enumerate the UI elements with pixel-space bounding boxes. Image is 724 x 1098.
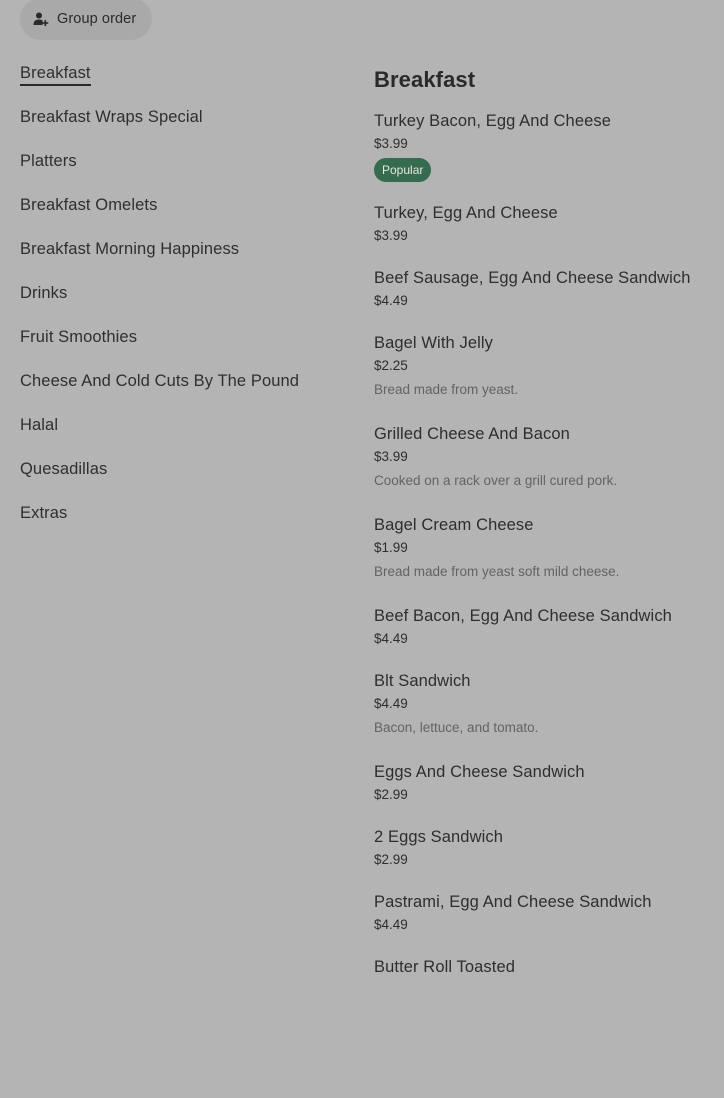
sidebar-item-label: Breakfast Omelets [20, 196, 158, 214]
menu-item-name: Beef Sausage, Egg And Cheese Sandwich [374, 269, 691, 287]
menu-item-price: $4.49 [374, 293, 408, 308]
menu-item[interactable]: Beef Bacon, Egg And Cheese Sandwich $4.49 [374, 605, 714, 648]
category-sidebar: Breakfast Breakfast Wraps Special Platters… [20, 62, 340, 546]
sidebar-item-label: Breakfast Morning Happiness [20, 240, 240, 258]
menu-item-name: 2 Eggs Sandwich [374, 828, 503, 846]
sidebar-item-label: Extras [20, 504, 68, 522]
section-title: Breakfast [374, 67, 476, 92]
group-order-button[interactable]: Group order [20, 0, 153, 40]
sidebar-item-label: Breakfast Wraps Special [20, 108, 203, 126]
menu-item[interactable]: Bagel Cream Cheese $1.99 Bread made from y… [374, 514, 714, 581]
sidebar-item-halal[interactable]: Halal [20, 414, 340, 458]
menu-item-name: Grilled Cheese And Bacon [374, 425, 570, 443]
menu-item[interactable]: Butter Roll Toasted [374, 956, 714, 978]
sidebar-item-label: Quesadillas [20, 460, 108, 478]
menu-item[interactable]: Eggs And Cheese Sandwich $2.99 [374, 761, 714, 804]
sidebar-item-drinks[interactable]: Drinks [20, 282, 340, 326]
sidebar-item-breakfast-morning-happiness[interactable]: Breakfast Morning Happiness [20, 238, 340, 282]
menu-item[interactable]: Bagel With Jelly $2.25 Bread made from yea… [374, 332, 714, 399]
popular-badge: Popular [374, 158, 432, 182]
menu-item-description: Cooked on a rack over a grill cured pork… [374, 473, 618, 488]
menu-item[interactable]: Blt Sandwich $4.49 Bacon, lettuce, and tom… [374, 670, 714, 737]
sidebar-item-cheese-and-cold-cuts-by-the-pound[interactable]: Cheese And Cold Cuts By The Pound [20, 370, 340, 414]
menu-item-name: Beef Bacon, Egg And Cheese Sandwich [374, 607, 672, 625]
menu-item-name: Turkey Bacon, Egg And Cheese [374, 112, 611, 130]
sidebar-item-label: Fruit Smoothies [20, 328, 138, 346]
menu-item-price: $3.99 [374, 136, 408, 151]
menu-item[interactable]: 2 Eggs Sandwich $2.99 [374, 826, 714, 869]
menu-item-name: Bagel With Jelly [374, 334, 493, 352]
menu-item-description: Bacon, lettuce, and tomato. [374, 720, 539, 735]
menu-item[interactable]: Grilled Cheese And Bacon $3.99 Cooked on a… [374, 423, 714, 490]
menu-item-name: Turkey, Egg And Cheese [374, 204, 558, 222]
sidebar-item-breakfast-wraps-special[interactable]: Breakfast Wraps Special [20, 106, 340, 150]
menu-item-list: Turkey Bacon, Egg And Cheese $3.99 Popular… [374, 110, 714, 978]
menu-item-price: $2.99 [374, 787, 408, 802]
menu-item[interactable]: Turkey, Egg And Cheese $3.99 [374, 202, 714, 245]
menu-item-description: Bread made from yeast. [374, 382, 519, 397]
sidebar-item-extras[interactable]: Extras [20, 502, 340, 546]
menu-item-price: $4.49 [374, 696, 408, 711]
sidebar-item-quesadillas[interactable]: Quesadillas [20, 458, 340, 502]
menu-item-name: Pastrami, Egg And Cheese Sandwich [374, 893, 652, 911]
menu-item-name: Bagel Cream Cheese [374, 516, 534, 534]
menu-item-price: $3.99 [374, 449, 408, 464]
menu-item-price: $1.99 [374, 540, 408, 555]
sidebar-item-fruit-smoothies[interactable]: Fruit Smoothies [20, 326, 340, 370]
menu-item-price: $4.49 [374, 917, 408, 932]
sidebar-item-breakfast[interactable]: Breakfast [20, 62, 340, 106]
group-order-label: Group order [57, 11, 137, 27]
sidebar-item-breakfast-omelets[interactable]: Breakfast Omelets [20, 194, 340, 238]
menu-item-price: $2.99 [374, 852, 408, 867]
person-add-icon [32, 10, 50, 28]
menu-item-price: $4.49 [374, 631, 408, 646]
menu-section: Breakfast Turkey Bacon, Egg And Cheese $3… [374, 64, 714, 981]
sidebar-item-label: Halal [20, 416, 59, 434]
sidebar-item-platters[interactable]: Platters [20, 150, 340, 194]
menu-item-name: Butter Roll Toasted [374, 958, 516, 976]
menu-item[interactable]: Turkey Bacon, Egg And Cheese $3.99 Popular [374, 110, 714, 182]
menu-item-price: $2.25 [374, 358, 408, 373]
sidebar-item-label: Cheese And Cold Cuts By The Pound [20, 372, 300, 390]
menu-item-name: Eggs And Cheese Sandwich [374, 763, 585, 781]
menu-item-description: Bread made from yeast soft mild cheese. [374, 564, 620, 579]
menu-item[interactable]: Beef Sausage, Egg And Cheese Sandwich $4.… [374, 267, 714, 310]
sidebar-item-label: Breakfast [20, 62, 91, 86]
menu-item[interactable]: Pastrami, Egg And Cheese Sandwich $4.49 [374, 891, 714, 934]
sidebar-item-label: Platters [20, 152, 77, 170]
menu-item-name: Blt Sandwich [374, 672, 471, 690]
menu-item-price: $3.99 [374, 228, 408, 243]
sidebar-item-label: Drinks [20, 284, 68, 302]
